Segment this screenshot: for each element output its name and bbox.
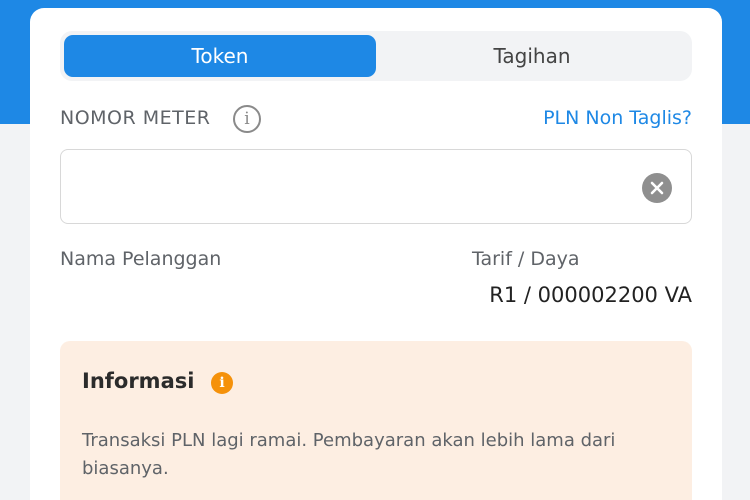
meter-label-row: NOMOR METER i PLN Non Taglis? bbox=[60, 104, 692, 134]
info-title: Informasi bbox=[82, 369, 195, 393]
meter-number-label: NOMOR METER bbox=[60, 107, 211, 129]
tarif-value: R1 / 000002200 VA bbox=[489, 283, 692, 307]
tab-bar: Token Tagihan bbox=[60, 31, 692, 81]
customer-name-label: Nama Pelanggan bbox=[60, 248, 222, 270]
tarif-label: Tarif / Daya bbox=[472, 248, 580, 270]
info-filled-icon: i bbox=[211, 372, 233, 394]
meter-number-field[interactable] bbox=[60, 149, 692, 224]
meter-number-input[interactable] bbox=[79, 150, 639, 222]
pln-form-card: Token Tagihan NOMOR METER i PLN Non Tagl… bbox=[30, 8, 722, 500]
tab-tagihan[interactable]: Tagihan bbox=[376, 35, 688, 77]
info-text: Transaksi PLN lagi ramai. Pembayaran aka… bbox=[82, 430, 616, 479]
info-outline-icon[interactable]: i bbox=[233, 105, 261, 133]
info-box: Informasi i Transaksi PLN lagi ramai. Pe… bbox=[60, 341, 692, 500]
clear-circle-icon[interactable] bbox=[642, 173, 672, 203]
pln-non-taglis-link[interactable]: PLN Non Taglis? bbox=[543, 107, 692, 129]
customer-name-value bbox=[60, 284, 170, 302]
tab-token[interactable]: Token bbox=[64, 35, 376, 77]
